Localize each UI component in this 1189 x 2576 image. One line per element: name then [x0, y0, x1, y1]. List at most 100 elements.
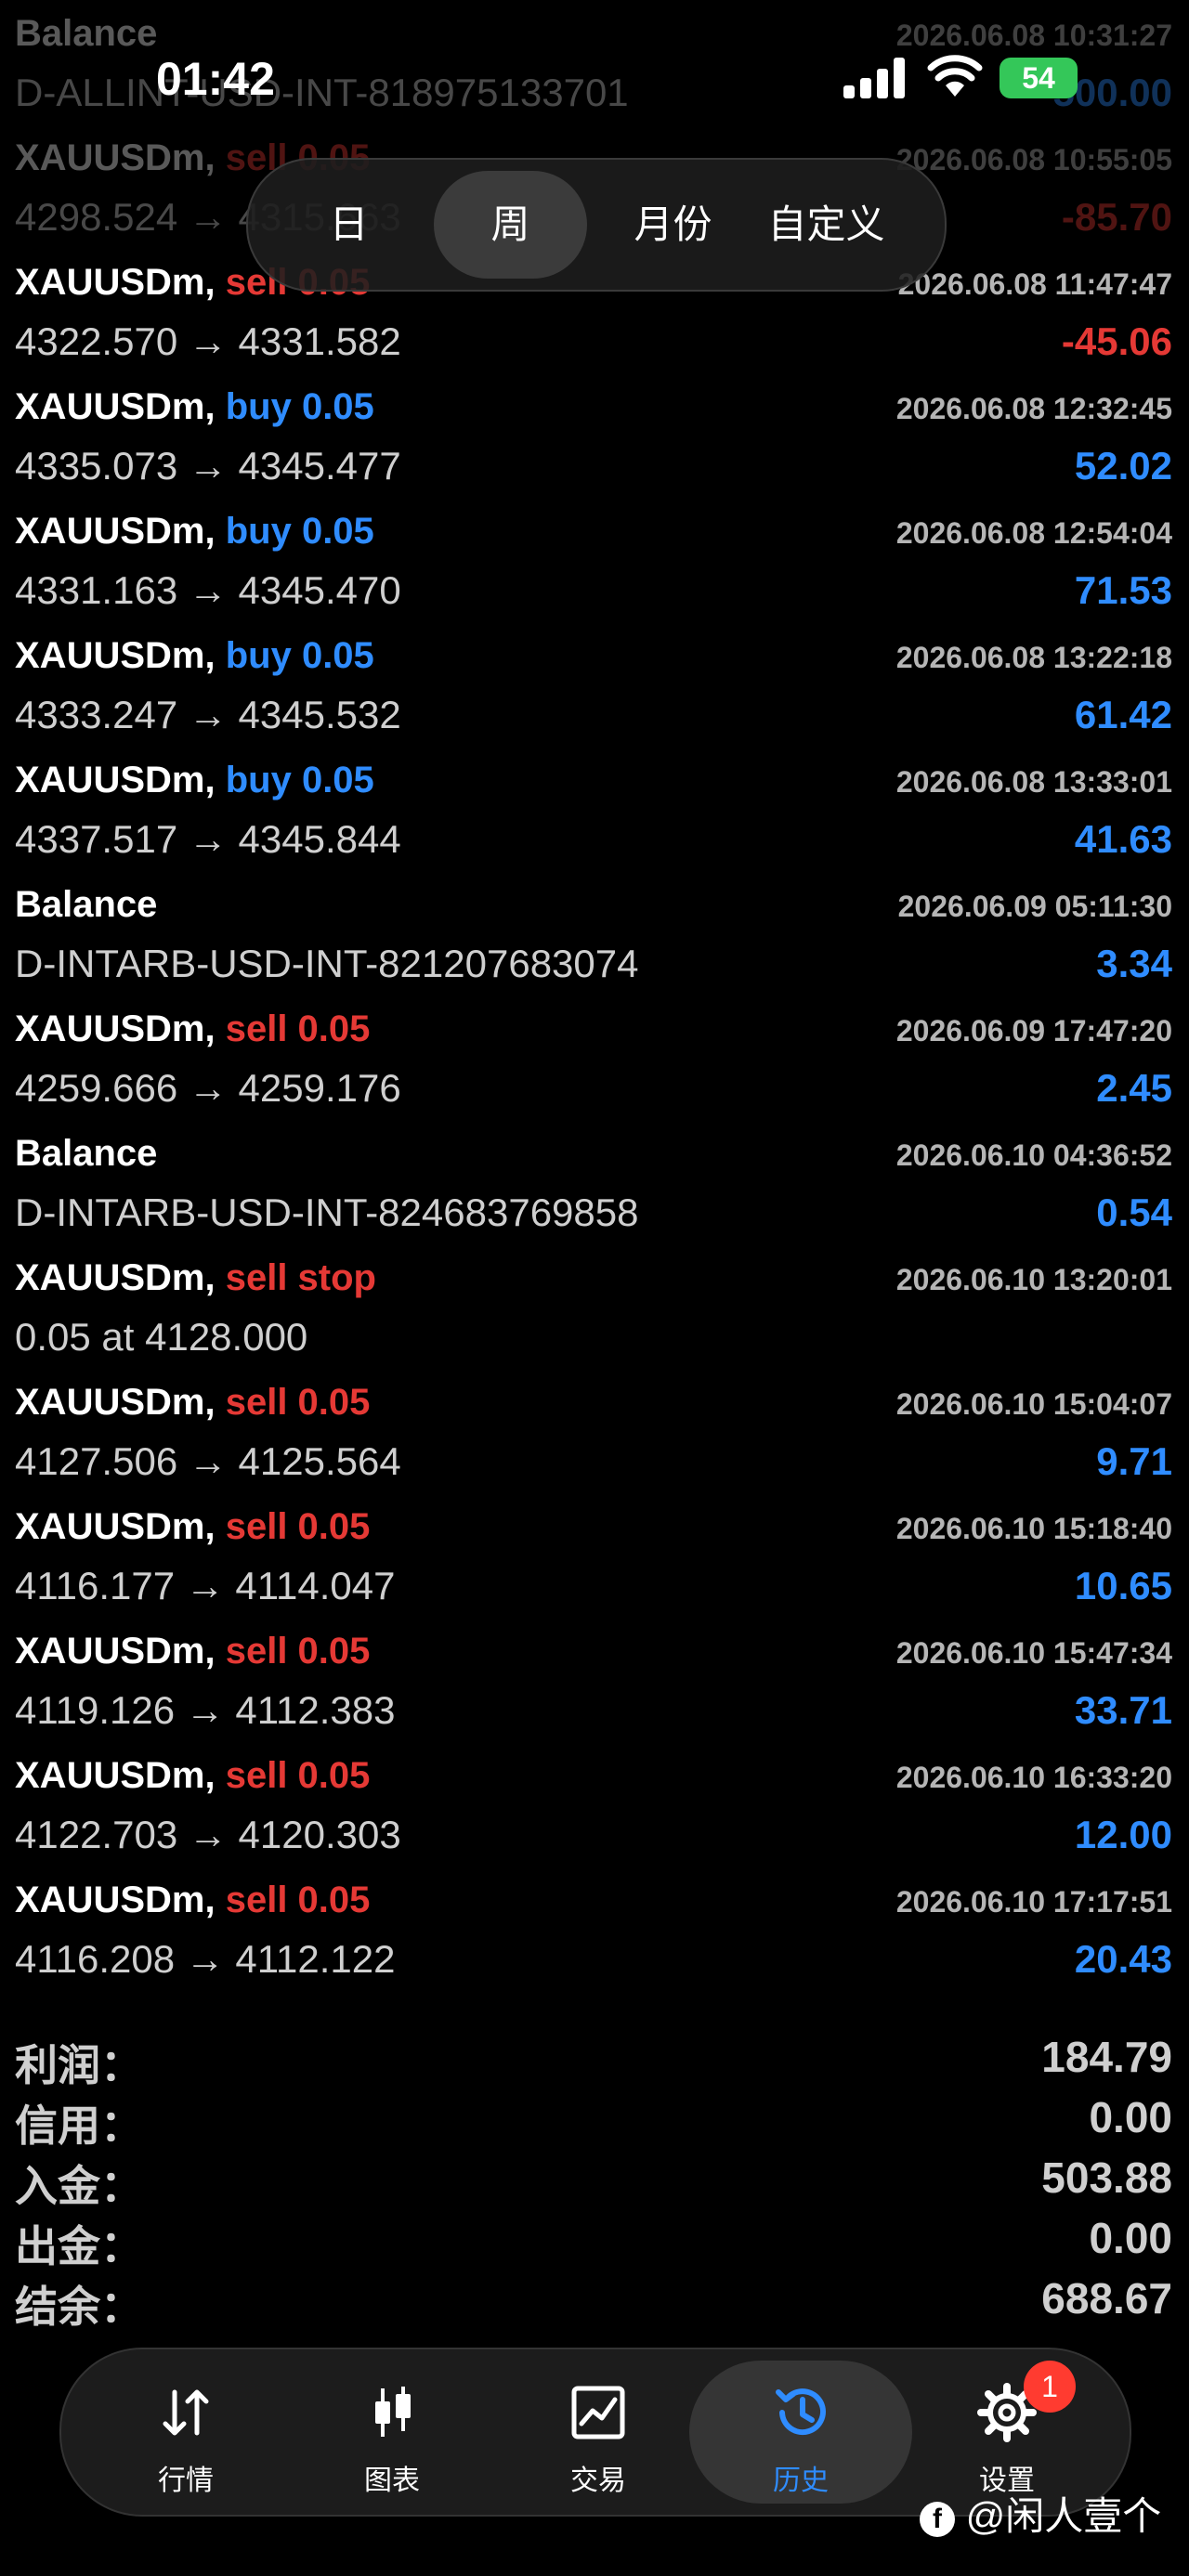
tab-gear[interactable]: 设置	[895, 2361, 1118, 2504]
deal-side: buy 0.05	[225, 635, 374, 676]
candlestick-icon	[362, 2383, 422, 2442]
wifi-icon	[927, 55, 983, 97]
deal-row[interactable]: XAUUSDm, buy 0.05 2026.06.08 12:32:45 4335…	[0, 373, 1189, 498]
deal-row[interactable]: XAUUSDm, buy 0.05 2026.06.08 12:54:04 4331…	[0, 498, 1189, 622]
deal-time: 2026.06.09 05:11:30	[897, 890, 1172, 923]
segment-1[interactable]: 周	[434, 171, 587, 279]
deal-profit: -45.06	[1061, 319, 1172, 363]
deal-detail: 4116.177 → 4114.047	[15, 1564, 396, 1607]
deal-detail: 4259.666 → 4259.176	[15, 1066, 401, 1110]
deal-detail: 4122.703 → 4120.303	[15, 1813, 401, 1856]
deal-symbol: XAUUSDm, sell 0.05	[15, 1506, 370, 1548]
deal-detail: 4333.247 → 4345.532	[15, 693, 401, 736]
deal-symbol: XAUUSDm, sell stop	[15, 1257, 376, 1299]
deal-row[interactable]: XAUUSDm, sell 0.05 2026.06.09 17:47:20 425…	[0, 995, 1189, 1120]
deal-time: 2026.06.10 15:47:34	[895, 1636, 1172, 1670]
deal-profit: 71.53	[1074, 568, 1172, 612]
symbol-name: XAUUSDm,	[15, 1382, 216, 1423]
deal-side: sell 0.05	[225, 1755, 371, 1796]
deal-side: buy 0.05	[225, 511, 374, 552]
summary-label: 信用：	[15, 2101, 143, 2150]
summary-label: 结余：	[15, 2283, 143, 2331]
symbol-name: XAUUSDm,	[15, 1631, 216, 1672]
tab-label: 图表	[364, 2465, 420, 2496]
tab-history-clock[interactable]: 历史	[689, 2361, 912, 2504]
tab-arrows-updown[interactable]: 行情	[74, 2361, 297, 2504]
watermark-logo-icon: f	[920, 2501, 955, 2537]
deal-row[interactable]: Balance 2026.06.09 05:11:30 D-INTARB-USD-I…	[0, 871, 1189, 995]
summary-label: 利润：	[15, 2041, 143, 2089]
deal-side: sell 0.05	[225, 1506, 371, 1547]
tab-label: 行情	[158, 2465, 214, 2496]
deal-side: sell 0.05	[225, 1880, 371, 1920]
summary-row: 结余： 688.67	[0, 2273, 1189, 2333]
tab-trade-chart[interactable]: 交易	[487, 2361, 710, 2504]
deal-profit: 20.43	[1074, 1937, 1172, 1981]
deal-row[interactable]: XAUUSDm, buy 0.05 2026.06.08 13:22:18 4333…	[0, 622, 1189, 747]
symbol-name: XAUUSDm,	[15, 262, 216, 303]
deal-profit: 52.02	[1074, 444, 1172, 488]
deal-symbol: XAUUSDm, buy 0.05	[15, 386, 374, 428]
symbol-name: XAUUSDm,	[15, 760, 216, 800]
symbol-name: Balance	[15, 1133, 158, 1174]
cellular-signal-icon	[843, 58, 905, 98]
deal-detail: 0.05 at 4128.000	[15, 1315, 308, 1359]
deal-row[interactable]: XAUUSDm, buy 0.05 2026.06.08 13:33:01 4337…	[0, 747, 1189, 871]
deal-profit: -85.70	[1061, 195, 1172, 239]
summary-value: 688.67	[1041, 2274, 1172, 2322]
deal-symbol: XAUUSDm, sell 0.05	[15, 1880, 370, 1921]
tab-candlestick[interactable]: 图表	[281, 2361, 503, 2504]
watermark: f @闲人壹个	[920, 2485, 1161, 2542]
deal-detail: 4119.126 → 4112.383	[15, 1688, 396, 1732]
symbol-name: XAUUSDm,	[15, 386, 216, 427]
deal-time: 2026.06.08 12:32:45	[895, 392, 1172, 425]
deal-symbol: XAUUSDm, buy 0.05	[15, 760, 374, 801]
segment-0[interactable]: 日	[272, 171, 425, 279]
deal-profit: 12.00	[1074, 1813, 1172, 1856]
deal-detail: 4337.517 → 4345.844	[15, 817, 401, 861]
symbol-name: XAUUSDm,	[15, 1257, 216, 1298]
deal-row[interactable]: XAUUSDm, sell 0.05 2026.06.10 17:17:51 411…	[0, 1867, 1189, 1991]
deal-profit: 61.42	[1074, 693, 1172, 736]
segment-3[interactable]: 自定义	[750, 171, 903, 279]
deal-row[interactable]: XAUUSDm, sell 0.05 2026.06.10 15:18:40 411…	[0, 1493, 1189, 1618]
deal-row[interactable]: XAUUSDm, sell stop 2026.06.10 13:20:01 0.0…	[0, 1244, 1189, 1369]
symbol-name: Balance	[15, 884, 158, 925]
battery-icon: 54	[1000, 58, 1078, 98]
deal-detail: 4322.570 → 4331.582	[15, 319, 401, 363]
summary-row: 出金： 0.00	[0, 2213, 1189, 2272]
deal-row[interactable]: Balance 2026.06.10 04:36:52 D-INTARB-USD-I…	[0, 1120, 1189, 1244]
deal-profit: 3.34	[1096, 942, 1172, 985]
tab-label: 历史	[773, 2465, 829, 2496]
summary-row: 入金： 503.88	[0, 2153, 1189, 2212]
deal-row[interactable]: XAUUSDm, sell 0.05 2026.06.10 15:47:34 411…	[0, 1618, 1189, 1742]
summary-value: 0.00	[1089, 2093, 1172, 2141]
deal-side: sell stop	[225, 1257, 376, 1298]
deal-time: 2026.06.08 12:54:04	[895, 516, 1172, 550]
deal-time: 2026.06.09 17:47:20	[895, 1014, 1172, 1047]
deal-symbol: XAUUSDm, sell 0.05	[15, 1631, 370, 1672]
deal-time: 2026.06.10 04:36:52	[895, 1138, 1172, 1172]
deal-time: 2026.06.10 13:20:01	[895, 1263, 1172, 1296]
symbol-name: XAUUSDm,	[15, 1755, 216, 1796]
deal-row[interactable]: XAUUSDm, sell 0.05 2026.06.10 16:33:20 412…	[0, 1742, 1189, 1867]
deal-profit: 33.71	[1074, 1688, 1172, 1732]
deal-detail: 4331.163 → 4345.470	[15, 568, 401, 612]
arrows-updown-icon	[156, 2383, 216, 2442]
deal-row[interactable]: XAUUSDm, sell 0.05 2026.06.10 15:04:07 412…	[0, 1369, 1189, 1493]
summary-value: 503.88	[1041, 2153, 1172, 2202]
deal-detail: 4116.208 → 4112.122	[15, 1937, 396, 1981]
deal-side: buy 0.05	[225, 760, 374, 800]
deal-symbol: XAUUSDm, sell 0.05	[15, 1755, 370, 1797]
symbol-name: XAUUSDm,	[15, 1880, 216, 1920]
deal-profit: 2.45	[1096, 1066, 1172, 1110]
deal-symbol: Balance	[15, 1133, 157, 1175]
deal-detail: D-INTARB-USD-INT-824683769858	[15, 1190, 639, 1234]
summary-label: 出金：	[15, 2222, 143, 2270]
settings-badge: 1	[1024, 2361, 1076, 2413]
deal-profit: 10.65	[1074, 1564, 1172, 1607]
deal-symbol: XAUUSDm, buy 0.05	[15, 511, 374, 553]
segment-2[interactable]: 月份	[596, 171, 750, 279]
deal-detail: 4127.506 → 4125.564	[15, 1439, 401, 1483]
deal-detail: 4335.073 → 4345.477	[15, 444, 401, 488]
